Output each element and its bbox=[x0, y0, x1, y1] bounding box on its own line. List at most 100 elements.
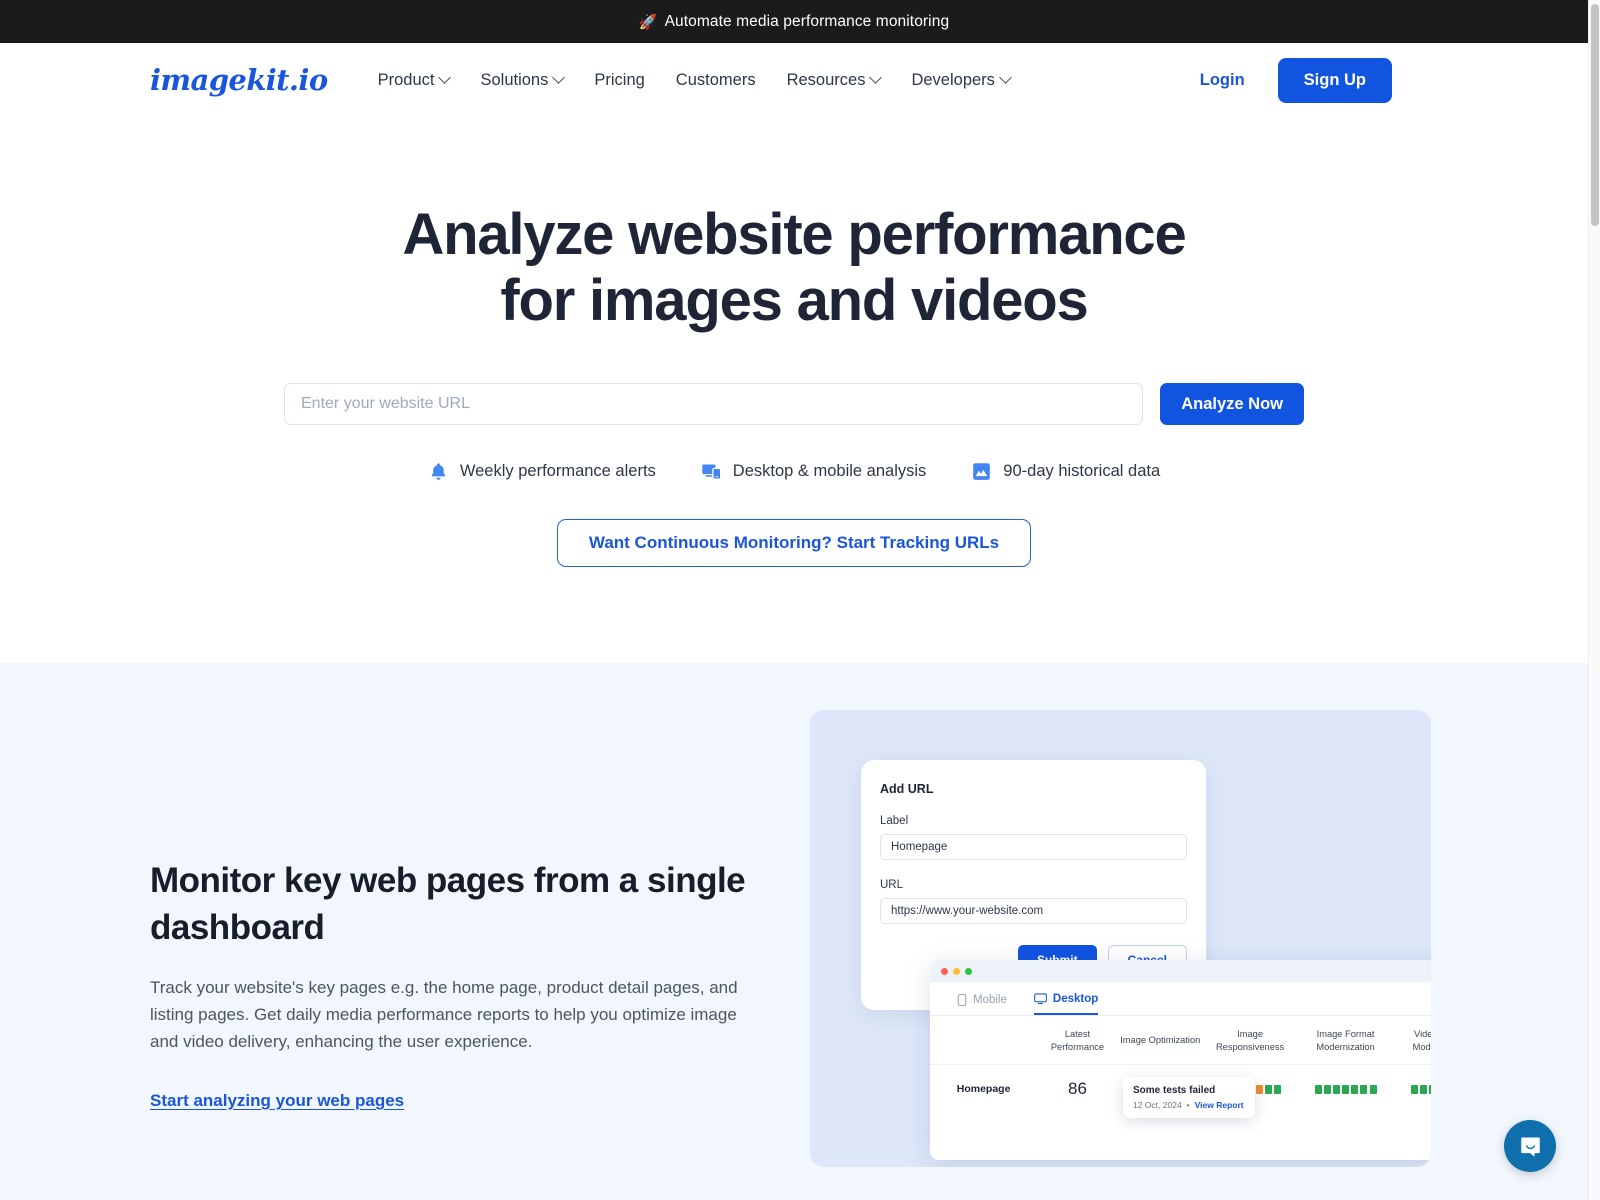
col-latest-performance: Latest Performance bbox=[1037, 1016, 1118, 1066]
status-block-ok bbox=[1314, 1084, 1322, 1094]
status-block-ok bbox=[1323, 1084, 1331, 1094]
feature-label: 90-day historical data bbox=[1003, 462, 1161, 481]
nav-actions: Login Sign Up bbox=[1200, 57, 1392, 103]
nav-item-label: Product bbox=[377, 70, 435, 89]
row-page-name: Homepage bbox=[956, 1083, 1011, 1096]
chevron-down-icon bbox=[438, 70, 452, 84]
nav-item-customers[interactable]: Customers bbox=[676, 71, 756, 90]
status-block-ok bbox=[1342, 1084, 1350, 1094]
announcement-text: Automate media performance monitoring bbox=[664, 12, 950, 30]
status-block-ok bbox=[1410, 1084, 1418, 1094]
col-blank bbox=[930, 1016, 1038, 1066]
website-url-input[interactable] bbox=[284, 383, 1144, 426]
table-head: Latest Performance Image Optimization Im… bbox=[930, 1016, 1431, 1066]
tab-label: Desktop bbox=[1052, 993, 1099, 1006]
tooltip-separator: • bbox=[1186, 1100, 1190, 1111]
tooltip-title: Some tests failed bbox=[1133, 1085, 1216, 1097]
status-block-ok bbox=[1351, 1084, 1359, 1094]
login-link[interactable]: Login bbox=[1200, 71, 1245, 90]
nav-item-label: Pricing bbox=[594, 70, 645, 89]
label-field-input[interactable]: Homepage bbox=[880, 834, 1187, 861]
page-viewport: 🚀 Automate media performance monitoring … bbox=[0, 0, 1588, 1200]
row-video-format-modernization bbox=[1394, 1065, 1431, 1114]
row-score: 86 bbox=[1068, 1079, 1087, 1099]
imagekit-logo[interactable]: imagekit.io bbox=[150, 63, 328, 97]
devices-icon bbox=[702, 464, 722, 480]
hero-feature-list: Weekly performance alerts Desktop & mobi… bbox=[0, 461, 1588, 482]
chat-widget-button[interactable] bbox=[1504, 1120, 1556, 1172]
window-titlebar bbox=[930, 960, 1431, 983]
analyze-now-button[interactable]: Analyze Now bbox=[1160, 383, 1304, 426]
col-image-responsiveness: Image Responsiveness bbox=[1202, 1016, 1298, 1066]
feature-weekly-alerts: Weekly performance alerts bbox=[428, 461, 656, 482]
status-block-ok bbox=[1429, 1084, 1431, 1094]
status-blocks bbox=[1299, 1084, 1391, 1094]
tooltip-meta: 12 Oct, 2024 • View Report bbox=[1133, 1100, 1245, 1110]
url-field-label: URL bbox=[880, 879, 904, 892]
start-analyzing-link[interactable]: Start analyzing your web pages bbox=[150, 1091, 404, 1111]
url-field-input[interactable]: https://www.your-website.com bbox=[880, 898, 1187, 925]
tooltip-view-report-link[interactable]: View Report bbox=[1195, 1100, 1244, 1110]
minimize-dot-icon bbox=[953, 967, 960, 975]
nav-item-label: Customers bbox=[675, 70, 756, 89]
rocket-icon: 🚀 bbox=[638, 13, 658, 31]
tab-label: Mobile bbox=[973, 994, 1007, 1007]
performance-table-card: Mobile Desktop Latest Performance Image … bbox=[930, 960, 1431, 1161]
row-image-format-modernization bbox=[1297, 1065, 1393, 1114]
announcement-banner[interactable]: 🚀 Automate media performance monitoring bbox=[0, 0, 1588, 43]
nav-links: Product Solutions Pricing Customers Reso… bbox=[377, 70, 1012, 90]
feature-label: Desktop & mobile analysis bbox=[732, 462, 927, 481]
status-block-ok bbox=[1264, 1084, 1272, 1094]
url-analyze-form: Analyze Now bbox=[284, 383, 1304, 426]
page-title: Analyze website performance for images a… bbox=[384, 202, 1204, 333]
nav-item-solutions[interactable]: Solutions bbox=[480, 70, 566, 90]
col-video-format-modernization: Video Format Modernization bbox=[1393, 1016, 1431, 1066]
monitor-dashboard-section: Monitor key web pages from a single dash… bbox=[0, 663, 1588, 1200]
chart-image-icon bbox=[973, 463, 991, 480]
hero-title-line1: Analyze website performance bbox=[402, 202, 1186, 267]
nav-item-resources[interactable]: Resources bbox=[786, 70, 883, 90]
device-tabs: Mobile Desktop bbox=[930, 982, 1431, 1017]
chevron-down-icon bbox=[552, 70, 566, 84]
nav-item-developers[interactable]: Developers bbox=[911, 70, 1012, 90]
status-block-ok bbox=[1369, 1084, 1377, 1094]
nav-item-label: Solutions bbox=[480, 70, 549, 89]
nav-item-pricing[interactable]: Pricing bbox=[594, 71, 644, 90]
status-blocks bbox=[1396, 1084, 1431, 1094]
nav-item-label: Developers bbox=[911, 70, 995, 89]
section-text-column: Monitor key web pages from a single dash… bbox=[150, 753, 750, 1200]
scrollbar-thumb[interactable] bbox=[1591, 4, 1599, 226]
status-block-warn bbox=[1255, 1084, 1263, 1094]
feature-historical-data: 90-day historical data bbox=[971, 461, 1160, 482]
label-field-label: Label bbox=[880, 815, 909, 828]
main-navigation: imagekit.io Product Solutions Pricing Cu… bbox=[0, 43, 1588, 117]
section-body: Track your website's key pages e.g. the … bbox=[150, 978, 738, 1051]
col-image-optimization: Image Optimization bbox=[1117, 1016, 1203, 1066]
status-block-ok bbox=[1419, 1084, 1427, 1094]
status-tooltip: Some tests failed 12 Oct, 2024 • View Re… bbox=[1123, 1077, 1255, 1119]
add-url-title: Add URL bbox=[880, 782, 934, 797]
nav-item-product[interactable]: Product bbox=[377, 70, 452, 90]
status-block-ok bbox=[1360, 1084, 1368, 1094]
signup-button[interactable]: Sign Up bbox=[1277, 57, 1392, 103]
chevron-down-icon bbox=[869, 70, 883, 84]
status-block-ok bbox=[1274, 1084, 1282, 1094]
maximize-dot-icon bbox=[965, 967, 972, 975]
close-dot-icon bbox=[941, 967, 948, 975]
hero-title-line2: for images and videos bbox=[500, 267, 1088, 333]
tab-mobile[interactable]: Mobile bbox=[957, 993, 1007, 1015]
nav-item-label: Resources bbox=[786, 70, 866, 89]
dashboard-mockup: Add URL Label Homepage URL https://www.y… bbox=[810, 710, 1431, 1168]
table-header-row: Latest Performance Image Optimization Im… bbox=[930, 1016, 1431, 1066]
tab-desktop[interactable]: Desktop bbox=[1033, 993, 1099, 1016]
start-tracking-urls-button[interactable]: Want Continuous Monitoring? Start Tracki… bbox=[556, 519, 1032, 568]
bell-icon bbox=[431, 463, 446, 480]
section-heading: Monitor key web pages from a single dash… bbox=[150, 861, 746, 947]
mobile-icon bbox=[957, 994, 967, 1006]
feature-label: Weekly performance alerts bbox=[459, 462, 656, 481]
status-block-ok bbox=[1332, 1084, 1340, 1094]
desktop-icon bbox=[1034, 993, 1047, 1005]
tooltip-date: 12 Oct, 2024 bbox=[1133, 1100, 1182, 1111]
chat-bubble-icon bbox=[1520, 1137, 1540, 1156]
page-scrollbar[interactable] bbox=[1588, 0, 1600, 1200]
